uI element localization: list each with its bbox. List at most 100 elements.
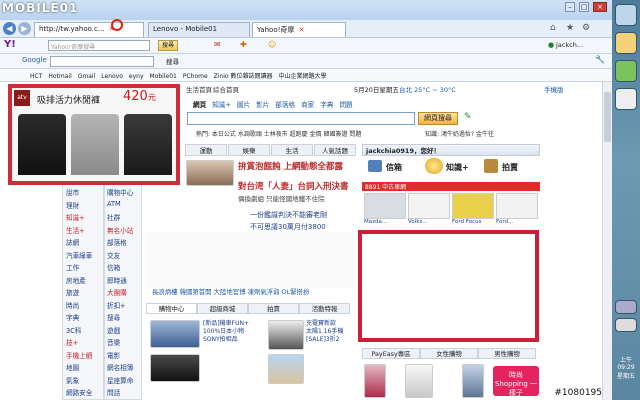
icon-knowledge-label[interactable]: 知識+: [446, 162, 469, 173]
yahoo-search-input[interactable]: Yahoo!奇摩搜尋: [48, 40, 150, 51]
scooter-image[interactable]: [150, 320, 200, 348]
sidebar-left-item[interactable]: 理財: [66, 200, 103, 213]
scrollbar-thumb[interactable]: [604, 92, 611, 142]
bookmark-7[interactable]: Zinio 數位雜誌閱讀器: [214, 73, 273, 80]
search-tab-1[interactable]: 知識+: [212, 99, 231, 109]
gear-icon[interactable]: ⚙: [582, 23, 590, 33]
bottom-tab-0[interactable]: PayEasy專區: [362, 348, 420, 359]
media-icon[interactable]: [615, 60, 637, 82]
model-photo-3[interactable]: [462, 364, 484, 398]
sidebar-mid-item[interactable]: 星座算命: [107, 375, 141, 388]
promo-bar[interactable]: 長浪炳樓 韓國第首開 大陸地官博 凍劑氣浮弱 OL緊搭扮: [152, 287, 309, 296]
sidebar-mid-item[interactable]: 社群: [107, 212, 141, 225]
sidebar-mid-item[interactable]: 交友: [107, 250, 141, 263]
bookmark-6[interactable]: PChome: [183, 73, 208, 80]
sidebar-mid-item[interactable]: 即時通: [107, 275, 141, 288]
headline-sub[interactable]: 偶換劇組 只能怪國地鐵不住院: [238, 193, 325, 203]
news-link-2[interactable]: 不可思議30萬月付3800: [250, 222, 326, 232]
yahoo-search-box[interactable]: [187, 112, 415, 125]
bookmark-8[interactable]: 中山企業網路大學: [279, 73, 327, 80]
search-tab-0[interactable]: 網頁: [193, 99, 206, 109]
web-search-button[interactable]: 網頁搜尋: [418, 112, 458, 125]
sidebar-left-item[interactable]: 知識+: [66, 212, 103, 225]
phone-image[interactable]: [150, 354, 200, 382]
lightbulb-icon[interactable]: [425, 158, 443, 174]
shop-item[interactable]: 充電寶新款: [306, 320, 354, 328]
bookmark-1[interactable]: Hotmail: [48, 73, 71, 80]
news-photo[interactable]: [186, 160, 234, 186]
home-icon[interactable]: ⌂: [550, 23, 556, 33]
sidebar-left-item[interactable]: 字典: [66, 312, 103, 325]
sidebar-mid-item[interactable]: 無名小站: [107, 225, 141, 238]
model-photo-1[interactable]: [364, 364, 386, 398]
mobile-link[interactable]: 手機版: [544, 84, 564, 94]
sidebar-left-item[interactable]: 技+: [66, 337, 103, 350]
sidebar-left-item[interactable]: 工作: [66, 262, 103, 275]
section-tab-2[interactable]: 生活: [271, 144, 313, 156]
knowledge-hot[interactable]: 知識: 鴻牛奶過怡? 金牛往: [425, 129, 494, 138]
sidebar-left-item[interactable]: 汽車綠車: [66, 250, 103, 263]
icon-auction-label[interactable]: 拍賣: [502, 162, 518, 173]
sidebar-left-item[interactable]: 生活+: [66, 225, 103, 238]
sidebar-left-item[interactable]: 氣象: [66, 375, 103, 388]
search-tab-4[interactable]: 部落格: [275, 99, 295, 109]
google-search-button[interactable]: 搜尋: [166, 56, 179, 66]
folder-icon[interactable]: [615, 32, 637, 54]
sidebar-mid-item[interactable]: 信箱: [107, 262, 141, 275]
shopping-tab-1[interactable]: 超級商城: [197, 303, 248, 314]
bookmark-5[interactable]: Mobile01: [150, 73, 177, 80]
shopping-tab-3[interactable]: 活動特報: [299, 303, 350, 314]
forward-button[interactable]: ▶: [18, 22, 31, 35]
shop-item[interactable]: 100%日本小物: [203, 328, 265, 336]
top-link-life[interactable]: 生活首頁: [186, 84, 212, 94]
sidebar-mid-item[interactable]: 問話: [107, 387, 141, 400]
sidebar-left-item[interactable]: 誌網: [66, 237, 103, 250]
top-link-home[interactable]: 綜合首頁: [213, 84, 239, 94]
section-tab-0[interactable]: 運動: [185, 144, 227, 156]
sidebar-mid-item[interactable]: 電影: [107, 350, 141, 363]
sand-image[interactable]: [268, 354, 304, 384]
bookmark-0[interactable]: HCT: [30, 73, 42, 80]
network-icon[interactable]: [615, 300, 637, 314]
sidebar-left-item[interactable]: 3C科: [66, 325, 103, 338]
smile-icon[interactable]: ☺: [268, 40, 276, 49]
model-photo-2[interactable]: [405, 364, 433, 398]
gavel-icon[interactable]: [484, 159, 498, 173]
sidebar-mid-item[interactable]: 網名相簿: [107, 362, 141, 375]
chrome-icon[interactable]: [615, 88, 637, 110]
sidebar-left-item[interactable]: 手機上網: [66, 350, 103, 363]
car-item[interactable]: Volks...: [408, 193, 450, 225]
section-tab-1[interactable]: 娛樂: [228, 144, 270, 156]
bookmark-4[interactable]: eyny: [129, 73, 144, 80]
toolbar-search-button[interactable]: 搜尋: [158, 40, 179, 51]
search-tab-5[interactable]: 商家: [301, 99, 314, 109]
yahoo-toolbar-logo[interactable]: Y!: [4, 39, 16, 50]
system-clock[interactable]: 上午 09:29 星期五: [612, 355, 640, 380]
google-search-input[interactable]: [50, 56, 154, 67]
bookmark-3[interactable]: Lenovo: [101, 73, 123, 80]
shop-item[interactable]: 太陽1.16手機: [306, 328, 354, 336]
mail-large-icon[interactable]: [368, 160, 382, 172]
shopping-tab-2[interactable]: 拍賣: [248, 303, 299, 314]
shopping-tab-0[interactable]: 購物中心: [146, 303, 197, 314]
sidebar-mid-item[interactable]: 購物中心: [107, 187, 141, 200]
search-tab-2[interactable]: 圖片: [237, 99, 250, 109]
address-bar[interactable]: http://tw.yahoo.c... ✕: [34, 22, 144, 37]
page-scrollbar[interactable]: [602, 82, 612, 400]
headline-1[interactable]: 拚賞泡餛飩 上網動態全都露: [238, 160, 343, 172]
sidebar-mid-item[interactable]: 部落格: [107, 237, 141, 250]
sidebar-left-item[interactable]: 地圖: [66, 362, 103, 375]
favorites-star-icon[interactable]: ★: [566, 23, 574, 33]
close-window-button[interactable]: ×: [593, 2, 607, 12]
sidebar-left-item[interactable]: 房地產: [66, 275, 103, 288]
sidebar-mid-item[interactable]: 遊戲: [107, 325, 141, 338]
sidebar-left-item[interactable]: 旅遊: [66, 287, 103, 300]
sidebar-mid-item[interactable]: ATM: [107, 200, 141, 213]
bottom-tab-2[interactable]: 男性購物: [478, 348, 536, 359]
search-tab-6[interactable]: 字典: [320, 99, 333, 109]
car-item[interactable]: Ford Focus: [452, 193, 494, 225]
weather-text[interactable]: 台北 25°C ~ 30°C: [399, 84, 456, 94]
fashion-image[interactable]: [268, 320, 304, 350]
sidebar-left-item[interactable]: 說市: [66, 187, 103, 200]
wrench-icon[interactable]: 🔧: [595, 55, 605, 64]
